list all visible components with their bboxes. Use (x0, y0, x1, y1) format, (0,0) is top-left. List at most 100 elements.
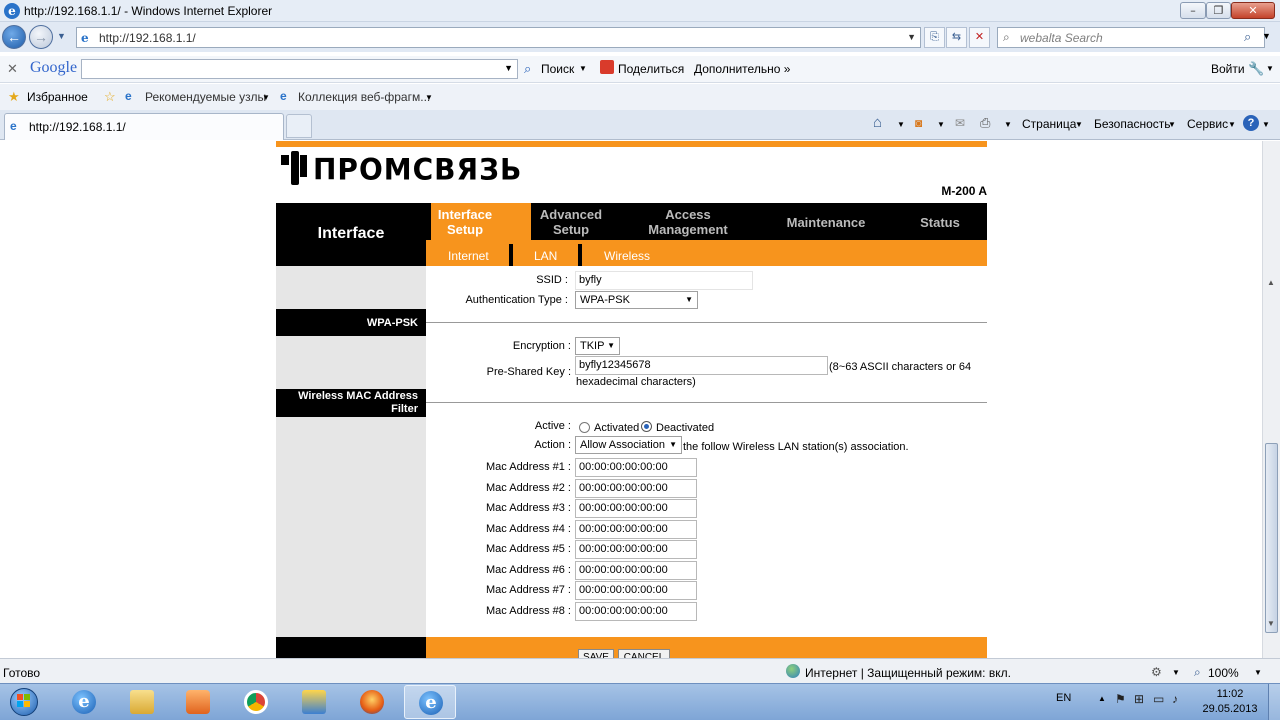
zoom-level[interactable]: 100% (1208, 666, 1239, 680)
power-icon[interactable]: ▭ (1153, 692, 1164, 706)
mac-address-input[interactable]: 00:00:00:00:00:00 (575, 601, 697, 621)
clock-time[interactable]: 11:02 (1205, 688, 1255, 700)
mac-address-input[interactable]: 00:00:00:00:00:00 (575, 478, 697, 498)
new-tab-button[interactable] (286, 114, 312, 138)
taskbar-ie-icon[interactable]: e (58, 685, 110, 719)
address-dropdown-icon[interactable]: ▼ (907, 32, 916, 42)
forward-button[interactable]: → (29, 25, 53, 49)
clock-date[interactable]: 29.05.2013 (1195, 703, 1265, 715)
mac-address-input[interactable]: 00:00:00:00:00:00 (575, 499, 697, 518)
start-button[interactable] (4, 685, 44, 719)
more-button[interactable]: Дополнительно » (694, 62, 790, 76)
page-menu[interactable]: Страница (1022, 117, 1076, 131)
mac-address-input[interactable]: 00:00:00:00:00:00 (575, 458, 697, 477)
menu-interface-setup[interactable]: Interface Setup (431, 207, 499, 237)
taskbar-ie-active-icon[interactable]: e (404, 685, 456, 719)
tools-menu[interactable]: Сервис (1187, 117, 1228, 131)
tray-expand-icon[interactable]: ▲ (1098, 694, 1106, 703)
scrollbar-thumb[interactable] (1265, 443, 1278, 633)
favorites-button[interactable]: Избранное (27, 90, 88, 104)
menu-advanced-setup[interactable]: Advanced Setup (532, 207, 610, 237)
home-dropdown-icon[interactable]: ▼ (897, 120, 905, 129)
search-input[interactable]: webalta Search (1020, 31, 1103, 45)
refresh-icon[interactable]: ⇆ (946, 27, 967, 48)
vertical-scrollbar[interactable]: ▲ ▼ (1262, 141, 1280, 658)
taskbar-chrome-icon[interactable] (230, 685, 282, 719)
mac-address-input[interactable]: 00:00:00:00:00:00 (575, 581, 697, 600)
cancel-button[interactable]: CANCEL (618, 649, 670, 658)
close-button[interactable]: ✕ (1231, 2, 1275, 19)
compatibility-icon[interactable]: ⎘ (924, 27, 945, 48)
security-zone[interactable]: Интернет | Защищенный режим: вкл. (805, 666, 1011, 680)
chevron-down-icon[interactable]: ▼ (1172, 668, 1180, 677)
chevron-down-icon[interactable]: ▼ (1075, 120, 1083, 129)
protected-mode-icon[interactable]: ⚙ (1151, 665, 1162, 679)
submenu-wireless[interactable]: Wireless (604, 249, 650, 263)
chevron-down-icon[interactable]: ▼ (504, 63, 513, 73)
rss-icon[interactable]: ◙ (915, 116, 922, 130)
psk-input[interactable]: byfly12345678 (575, 356, 828, 375)
taskbar-app-icon[interactable] (288, 685, 340, 719)
stop-icon[interactable]: ✕ (969, 27, 990, 48)
mac-address-input[interactable]: 00:00:00:00:00:00 (575, 560, 697, 580)
close-toolbar-icon[interactable]: ✕ (7, 61, 18, 77)
show-desktop-button[interactable] (1268, 684, 1280, 720)
address-input[interactable]: http://192.168.1.1/ (99, 31, 196, 45)
safety-menu[interactable]: Безопасность (1094, 117, 1171, 131)
back-button[interactable]: ← (2, 25, 26, 49)
wrench-icon[interactable]: 🔧 (1248, 61, 1264, 77)
search-icon[interactable]: ⌕ (1244, 29, 1251, 45)
print-dropdown-icon[interactable]: ▼ (1004, 120, 1012, 129)
search-box[interactable]: ⌕ webalta Search (997, 27, 1265, 48)
chevron-down-icon[interactable]: ▼ (262, 93, 270, 102)
network-icon[interactable]: ⊞ (1134, 692, 1144, 706)
google-search-input[interactable]: ▼ (81, 59, 518, 79)
taskbar-media-icon[interactable] (172, 685, 224, 719)
search-options-icon[interactable]: ▼ (1262, 31, 1271, 41)
favorites-item-suggested[interactable]: Рекомендуемые узлы (145, 90, 266, 104)
submenu-lan[interactable]: LAN (534, 249, 557, 263)
print-icon[interactable]: ⎙ (980, 115, 990, 131)
chevron-down-icon[interactable]: ▼ (425, 93, 433, 102)
chevron-down-icon[interactable]: ▼ (1168, 120, 1176, 129)
minimize-button[interactable]: – (1180, 2, 1206, 19)
ssid-field[interactable]: byfly (575, 271, 753, 290)
tray-icon[interactable]: ⚑ (1115, 692, 1126, 706)
menu-maintenance[interactable]: Maintenance (776, 215, 876, 230)
address-bar[interactable]: e http://192.168.1.1/ ▼ (76, 27, 921, 48)
rss-dropdown-icon[interactable]: ▼ (937, 120, 945, 129)
history-dropdown-icon[interactable]: ▼ (57, 31, 66, 41)
scroll-up-icon[interactable]: ▲ (1267, 278, 1275, 287)
maximize-button[interactable]: ❐ (1206, 2, 1231, 19)
submenu-internet[interactable]: Internet (448, 249, 489, 263)
save-button[interactable]: SAVE (578, 649, 614, 658)
add-favorite-icon[interactable]: ☆ (104, 89, 116, 105)
language-indicator[interactable]: EN (1056, 692, 1071, 704)
favorites-item-webslices[interactable]: Коллекция веб-фрагм... (298, 90, 430, 104)
home-icon[interactable]: ⌂ (873, 114, 882, 131)
google-search-button[interactable]: Поиск (541, 62, 574, 76)
chevron-down-icon[interactable]: ▼ (1228, 120, 1236, 129)
scroll-down-icon[interactable]: ▼ (1267, 619, 1275, 628)
mac-address-input[interactable]: 00:00:00:00:00:00 (575, 540, 697, 559)
search-dropdown-icon[interactable]: ▼ (579, 64, 587, 73)
menu-status[interactable]: Status (905, 215, 975, 230)
menu-access-management[interactable]: Access Management (640, 207, 736, 237)
login-button[interactable]: Войти (1211, 62, 1245, 76)
taskbar-explorer-icon[interactable] (116, 685, 168, 719)
share-button[interactable]: Поделиться (618, 62, 684, 76)
radio-activated[interactable] (579, 422, 590, 433)
action-select[interactable]: Allow Association ▼ (575, 436, 682, 454)
mac-address-input[interactable]: 00:00:00:00:00:00 (575, 519, 697, 539)
help-icon[interactable]: ? (1243, 115, 1259, 131)
taskbar-firefox-icon[interactable] (346, 685, 398, 719)
mail-icon[interactable]: ✉ (955, 116, 965, 130)
volume-icon[interactable]: ♪ (1172, 692, 1178, 706)
auth-type-select[interactable]: WPA-PSK ▼ (575, 291, 698, 309)
settings-dropdown-icon[interactable]: ▼ (1266, 64, 1274, 73)
radio-deactivated[interactable] (641, 421, 652, 432)
encryption-select[interactable]: TKIP ▼ (575, 337, 620, 355)
help-dropdown-icon[interactable]: ▼ (1262, 120, 1270, 129)
tab-active[interactable]: e http://192.168.1.1/ (4, 113, 284, 140)
zoom-dropdown-icon[interactable]: ▼ (1254, 668, 1262, 677)
